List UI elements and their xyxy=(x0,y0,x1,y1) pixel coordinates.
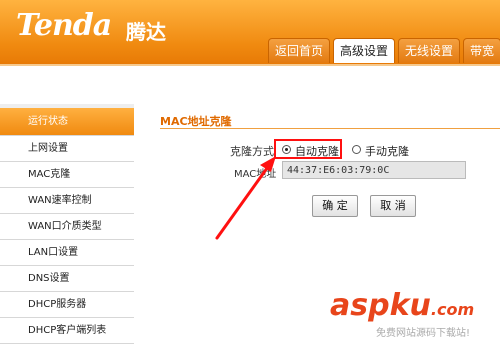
watermark-logo: aspku.com xyxy=(330,288,474,323)
watermark-suffix: .com xyxy=(430,300,475,319)
watermark-subtitle: 免费网站源码下载站! xyxy=(376,328,471,339)
watermark-text: aspku xyxy=(330,288,431,323)
